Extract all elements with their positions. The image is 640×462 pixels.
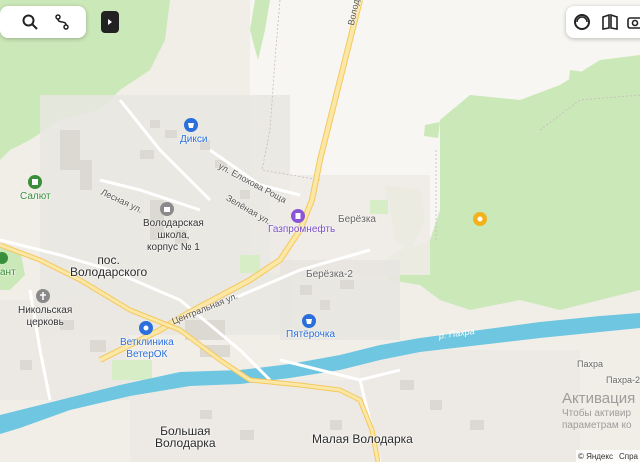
- vet-marker: [139, 321, 153, 335]
- forest-area: [568, 70, 585, 90]
- salyut-label[interactable]: Салют: [20, 191, 51, 203]
- church-label-line1: Никольская: [18, 305, 73, 316]
- gas-station-marker: [291, 209, 305, 223]
- yellow-pin-marker: [473, 212, 487, 226]
- route-button[interactable]: [46, 6, 78, 38]
- search-icon: [22, 14, 38, 30]
- search-button[interactable]: [14, 6, 46, 38]
- church-label[interactable]: Никольская церковь: [18, 305, 72, 329]
- play-arrow-icon: [108, 19, 112, 25]
- map-book-icon: [602, 13, 618, 30]
- layers-button[interactable]: [568, 6, 596, 38]
- map-footer: © Яндекс Спра: [575, 450, 640, 462]
- collapse-panel-button[interactable]: [101, 11, 119, 33]
- school-label-line2: школа,: [157, 230, 190, 241]
- vet-label[interactable]: Ветклиника ВетерОК: [120, 337, 174, 361]
- help-link[interactable]: Спра: [619, 452, 638, 461]
- pyaterochka-label[interactable]: Пятёрочка: [286, 329, 335, 341]
- yandex-copyright[interactable]: © Яндекс: [578, 452, 613, 461]
- malaya-label: Малая Володарка: [312, 432, 413, 446]
- gazprom-label[interactable]: Газпромнефть: [268, 224, 335, 236]
- partial-left-label[interactable]: ант: [0, 267, 16, 279]
- diksi-label[interactable]: Дикси: [180, 134, 207, 146]
- school-label-line1: Володарская: [143, 218, 204, 229]
- berezka-label: Берёзка: [338, 214, 376, 225]
- pakhra2-label: Пахра-2: [606, 375, 640, 385]
- volodarsky-label: пос. Володарского: [70, 254, 147, 278]
- pakhra-label: Пахра: [577, 359, 603, 369]
- camera-button[interactable]: [624, 6, 640, 38]
- activation-line2: Чтобы активир: [562, 408, 632, 419]
- map-book-button[interactable]: [596, 6, 624, 38]
- salyut-marker: [28, 175, 42, 189]
- bolshaya-label-line2: Володарка: [155, 436, 216, 450]
- church-label-line2: церковь: [26, 317, 64, 328]
- toolbar-left: [0, 6, 86, 38]
- activation-title: Активация: [562, 390, 636, 407]
- route-icon: [55, 14, 69, 30]
- church-marker: [36, 289, 50, 303]
- vet-label-line1: Ветклиника: [120, 337, 174, 348]
- school-label[interactable]: Володарская школа, корпус № 1: [143, 218, 204, 254]
- windows-activation-watermark: Активация Чтобы активир параметрам ко: [562, 390, 635, 432]
- diksi-marker: [184, 118, 198, 132]
- toolbar-right: [566, 6, 640, 38]
- bolshaya-label: Большая Володарка: [155, 425, 216, 449]
- activation-line3: параметрам ко: [562, 420, 632, 431]
- volodarsky-label-line2: Володарского: [70, 265, 148, 279]
- school-label-line3: корпус № 1: [147, 242, 200, 253]
- camera-icon: [627, 17, 640, 29]
- berezka2-label: Берёзка-2: [306, 269, 353, 280]
- vet-label-line2: ВетерОК: [126, 349, 168, 360]
- pyaterochka-marker: [302, 314, 316, 328]
- school-marker: [160, 202, 174, 216]
- layers-icon: [574, 14, 590, 30]
